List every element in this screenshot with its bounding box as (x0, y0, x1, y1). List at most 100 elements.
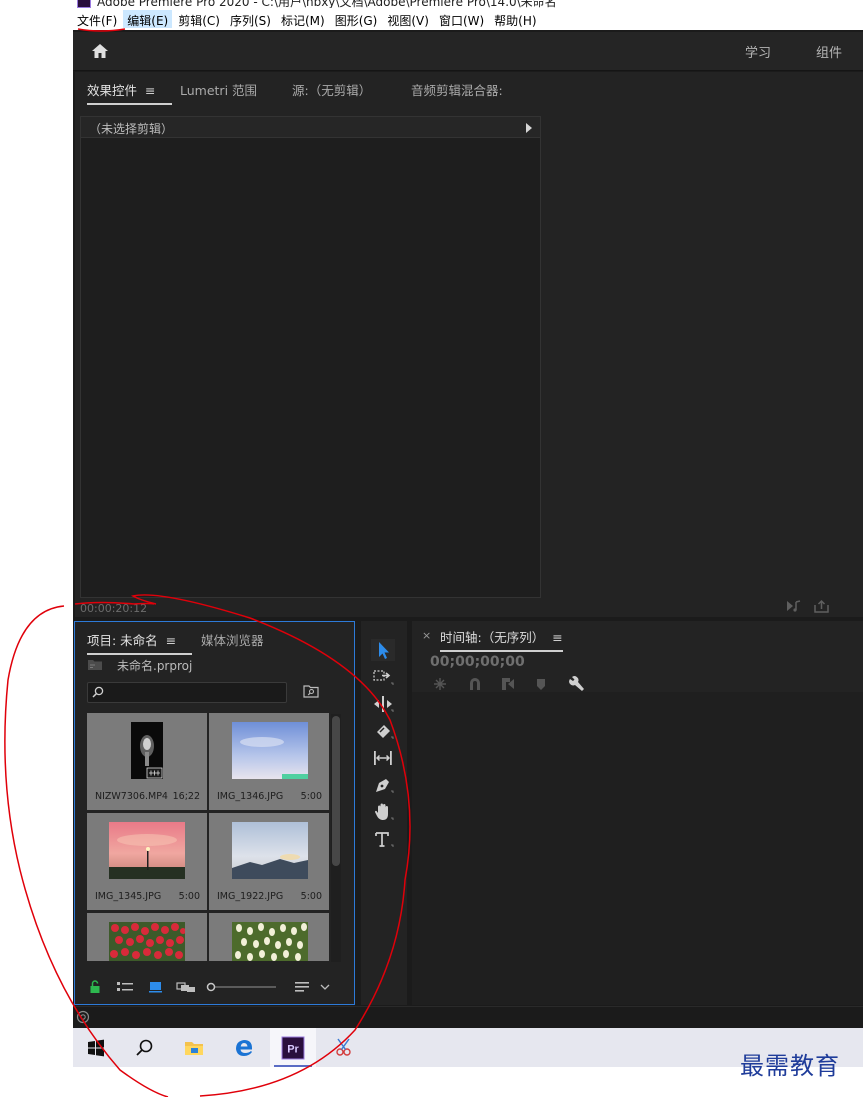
item-name: IMG_1345.JPG (95, 891, 162, 902)
tab-audio-clip-mixer[interactable]: 音频剪辑混合器: (411, 80, 503, 99)
project-item[interactable]: IMG_1922.JPG 5:00 (209, 813, 329, 910)
windows-logo-icon (88, 1039, 104, 1057)
zoom-slider-handle[interactable] (206, 982, 216, 992)
menu-help[interactable]: 帮助(H) (490, 10, 540, 28)
menu-view[interactable]: 视图(V) (383, 10, 433, 28)
item-name: NIZW7306.MP4 (95, 791, 168, 802)
search-icon (92, 686, 104, 698)
tab-timeline[interactable]: 时间轴:（无序列） ≡ (440, 627, 563, 652)
menu-file[interactable]: 文件(F) (73, 10, 121, 28)
close-icon[interactable]: × (422, 629, 431, 642)
start-button[interactable] (73, 1028, 119, 1067)
home-icon[interactable] (91, 42, 109, 60)
pen-tool-icon[interactable] (371, 774, 395, 796)
menu-graphics[interactable]: 图形(G) (331, 10, 382, 28)
ripple-edit-tool-icon[interactable] (371, 693, 395, 715)
menu-window[interactable]: 窗口(W) (435, 10, 488, 28)
taskbar-edge[interactable] (221, 1028, 267, 1067)
header-bar: 学习 组件 (73, 32, 863, 71)
taskbar-file-explorer[interactable] (171, 1028, 217, 1067)
tab-media-browser[interactable]: 媒体浏览器 (201, 630, 264, 649)
chevron-down-icon[interactable] (320, 983, 330, 991)
selection-tool-icon[interactable] (371, 639, 395, 661)
image-thumbnail (109, 922, 185, 961)
premiere-logo-icon (77, 0, 91, 8)
project-panel-menu-icon[interactable]: ≡ (166, 633, 176, 648)
linked-selection-icon[interactable] (502, 678, 514, 690)
item-duration: 5:00 (178, 891, 200, 902)
wrench-icon[interactable] (569, 676, 584, 691)
image-thumbnail (109, 822, 185, 879)
tab-lumetri-scopes[interactable]: Lumetri 范围 (180, 80, 257, 99)
tab-effect-controls-label: 效果控件 (87, 83, 138, 98)
play-audio-icon[interactable] (787, 600, 801, 612)
zoom-slider[interactable] (206, 981, 278, 993)
tab-project[interactable]: 项目: 未命名 ≡ (87, 630, 193, 655)
status-bar (73, 1006, 863, 1029)
slip-tool-icon[interactable] (371, 747, 395, 769)
search-icon (136, 1039, 153, 1056)
tools-panel (361, 621, 407, 1005)
image-thumbnail (232, 822, 308, 879)
project-panel: 项目: 未命名 ≡ 媒体浏览器 未命名.prproj NIZW7306.MP4 … (74, 621, 355, 1005)
project-item[interactable]: IMG_1345.JPG 5:00 (87, 813, 207, 910)
edge-browser-icon (236, 1040, 252, 1056)
project-bin-icon (88, 660, 102, 670)
tab-source[interactable]: 源:（无剪辑） (292, 80, 371, 99)
effect-controls-timecode[interactable]: 00:00:20:12 (80, 602, 147, 615)
menu-sequence[interactable]: 序列(S) (226, 10, 275, 28)
hand-tool-icon[interactable] (371, 801, 395, 823)
project-item[interactable] (87, 913, 207, 961)
icon-view-icon[interactable] (149, 980, 163, 994)
image-thumbnail (232, 722, 308, 779)
upper-panel-icons (787, 599, 829, 613)
tab-effect-controls[interactable]: 效果控件 ≡ (87, 80, 171, 105)
list-view-icon[interactable] (116, 980, 134, 994)
new-search-bin-icon[interactable] (303, 684, 319, 698)
timeline-timecode[interactable]: 00;00;00;00 (430, 654, 525, 670)
lock-icon[interactable] (89, 980, 101, 994)
timeline-panel-menu-icon[interactable]: ≡ (552, 630, 562, 645)
nest-sequence-icon[interactable] (434, 678, 446, 690)
item-name: IMG_1346.JPG (217, 791, 284, 802)
project-item[interactable]: IMG_1346.JPG 5:00 (209, 713, 329, 810)
file-explorer-icon (185, 1042, 203, 1055)
menu-clip[interactable]: 剪辑(C) (174, 10, 224, 28)
item-name: IMG_1922.JPG (217, 891, 284, 902)
add-marker-icon[interactable] (537, 679, 545, 690)
track-select-tool-icon[interactable] (371, 666, 395, 688)
search-input[interactable] (108, 684, 278, 699)
timeline-title: 时间轴:（无序列） (440, 630, 545, 645)
workspace-assembly-tab[interactable]: 组件 (816, 42, 842, 61)
taskbar-search-button[interactable] (121, 1028, 167, 1067)
project-bottom-toolbar (75, 972, 354, 1002)
menu-bar: 文件(F) 编辑(E) 剪辑(C) 序列(S) 标记(M) 图形(G) 视图(V… (73, 8, 863, 30)
freeform-view-icon[interactable] (176, 980, 196, 994)
workspace-learn-tab[interactable]: 学习 (745, 42, 771, 61)
timeline-toolbar (434, 676, 584, 691)
timeline-tracks-area[interactable] (412, 692, 863, 1005)
status-indicator-icon[interactable] (76, 1010, 90, 1024)
type-tool-icon[interactable] (371, 828, 395, 850)
project-items-grid: NIZW7306.MP4 16;22 IMG_1346.JPG 5:00 IMG… (87, 713, 331, 961)
export-frame-icon[interactable] (814, 599, 829, 613)
effect-controls-header: （未选择剪辑） (81, 117, 540, 138)
taskbar-snipping-tool[interactable] (320, 1028, 366, 1067)
project-scrollbar[interactable] (331, 714, 341, 962)
panel-menu-icon[interactable]: ≡ (145, 83, 155, 98)
video-thumbnail (131, 722, 163, 779)
menu-markers[interactable]: 标记(M) (277, 10, 329, 28)
taskbar-premiere-pro[interactable]: Pr (270, 1028, 316, 1067)
no-clip-selected-label: （未选择剪辑） (89, 122, 174, 136)
expand-triangle-icon[interactable] (526, 123, 532, 133)
project-scrollbar-thumb[interactable] (332, 716, 340, 866)
snap-icon[interactable] (470, 678, 480, 690)
menu-edit[interactable]: 编辑(E) (123, 10, 173, 28)
razor-tool-icon[interactable] (371, 720, 395, 742)
item-duration: 16;22 (172, 791, 200, 802)
project-item[interactable]: NIZW7306.MP4 16;22 (87, 713, 207, 810)
sort-icon[interactable] (294, 980, 310, 994)
project-item[interactable] (209, 913, 329, 961)
svg-text:Pr: Pr (287, 1044, 299, 1056)
project-search-box[interactable] (87, 682, 287, 703)
